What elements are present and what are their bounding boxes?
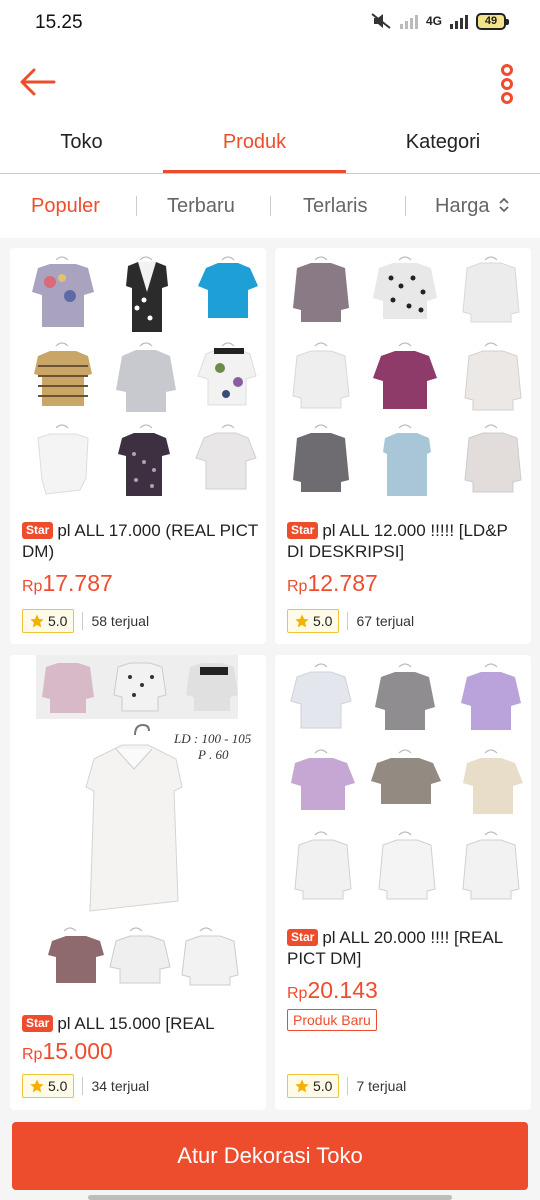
sold-count: 34 terjual bbox=[91, 1078, 150, 1094]
tab-bar: Toko Produk Kategori bbox=[0, 122, 540, 174]
signal-strength-icon bbox=[450, 13, 468, 29]
rating-badge: 5.0 bbox=[22, 609, 75, 633]
new-product-tag: Produk Baru bbox=[287, 1009, 377, 1031]
product-image: LD : 100 - 105 P . 60 bbox=[10, 655, 266, 1001]
product-card[interactable]: Star pl ALL 12.000 !!!!! [LD&P DI DESKRIP… bbox=[275, 248, 531, 644]
sort-updown-icon bbox=[499, 197, 509, 213]
product-title: Star pl ALL 17.000 (REAL PICT DM) bbox=[22, 520, 258, 562]
signal-icon bbox=[399, 13, 418, 29]
sort-harga-label: Harga bbox=[435, 195, 490, 217]
currency: Rp bbox=[22, 1046, 43, 1063]
rating-row: 5.0 7 terjual bbox=[287, 1074, 406, 1098]
tab-active-indicator bbox=[163, 170, 346, 173]
rating-row: 5.0 67 terjual bbox=[287, 609, 414, 633]
product-title-text: pl ALL 15.000 [REAL bbox=[57, 1014, 215, 1033]
sold-count: 7 terjual bbox=[356, 1078, 407, 1094]
product-card[interactable]: Star pl ALL 17.000 (REAL PICT DM) Rp17.78… bbox=[10, 248, 266, 644]
tab-kategori[interactable]: Kategori bbox=[346, 122, 540, 174]
product-title-text: pl ALL 17.000 (REAL PICT DM) bbox=[22, 521, 258, 561]
sort-harga[interactable]: Harga bbox=[435, 174, 511, 238]
product-card[interactable]: Star pl ALL 20.000 !!!! [REAL PICT DM] Rp… bbox=[275, 655, 531, 1110]
product-image bbox=[275, 248, 531, 506]
more-vertical-icon[interactable] bbox=[496, 64, 518, 104]
rating-value: 5.0 bbox=[48, 1078, 68, 1094]
back-arrow-icon[interactable] bbox=[18, 62, 58, 102]
status-time: 15.25 bbox=[35, 12, 83, 33]
app-bar bbox=[0, 46, 540, 122]
price-value: 17.787 bbox=[42, 570, 113, 596]
price-value: 15.000 bbox=[42, 1038, 113, 1064]
star-icon bbox=[30, 1079, 44, 1093]
sort-terlaris[interactable]: Terlaris bbox=[303, 174, 367, 238]
star-icon bbox=[295, 614, 309, 628]
status-icons: 4G 49 bbox=[370, 12, 509, 30]
product-image bbox=[10, 248, 266, 506]
product-title-text: pl ALL 12.000 !!!!! [LD&P DI DESKRIPSI] bbox=[287, 521, 508, 561]
product-image bbox=[275, 655, 531, 915]
star-icon bbox=[295, 1079, 309, 1093]
rating-row: 5.0 34 terjual bbox=[22, 1074, 149, 1098]
rating-value: 5.0 bbox=[313, 613, 333, 629]
network-type: 4G bbox=[425, 14, 442, 28]
rating-badge: 5.0 bbox=[287, 1074, 340, 1098]
product-title: Star pl ALL 20.000 !!!! [REAL PICT DM] bbox=[287, 927, 523, 969]
star-badge: Star bbox=[287, 522, 319, 539]
product-price: Rp20.143 bbox=[287, 977, 378, 1004]
sold-count: 58 terjual bbox=[91, 613, 150, 629]
image-label-p: P . 60 bbox=[197, 747, 229, 762]
currency: Rp bbox=[287, 578, 308, 595]
product-price: Rp12.787 bbox=[287, 570, 378, 597]
tab-produk[interactable]: Produk bbox=[163, 122, 346, 174]
rating-value: 5.0 bbox=[48, 613, 68, 629]
product-price: Rp17.787 bbox=[22, 570, 113, 597]
star-icon bbox=[30, 614, 44, 628]
product-title: Star pl ALL 15.000 [REAL bbox=[22, 1013, 258, 1034]
image-label-ld: LD : 100 - 105 bbox=[173, 731, 252, 746]
price-value: 20.143 bbox=[307, 977, 378, 1003]
gesture-nav-bar[interactable] bbox=[88, 1195, 452, 1200]
currency: Rp bbox=[287, 985, 308, 1002]
status-bar: 15.25 4G 49 bbox=[0, 0, 540, 46]
currency: Rp bbox=[22, 578, 43, 595]
product-title: Star pl ALL 12.000 !!!!! [LD&P DI DESKRIP… bbox=[287, 520, 523, 562]
rating-badge: 5.0 bbox=[287, 609, 340, 633]
rating-row: 5.0 58 terjual bbox=[22, 609, 149, 633]
product-title-text: pl ALL 20.000 !!!! [REAL PICT DM] bbox=[287, 928, 503, 968]
star-badge: Star bbox=[22, 1015, 54, 1032]
star-badge: Star bbox=[22, 522, 54, 539]
mute-icon bbox=[371, 13, 391, 29]
sort-terbaru[interactable]: Terbaru bbox=[167, 174, 235, 238]
sort-populer[interactable]: Populer bbox=[31, 174, 100, 238]
rating-value: 5.0 bbox=[313, 1078, 333, 1094]
battery-icon: 49 bbox=[476, 12, 509, 30]
sort-bar: Populer Terbaru Terlaris Harga bbox=[0, 174, 540, 238]
tab-toko[interactable]: Toko bbox=[0, 122, 163, 174]
star-badge: Star bbox=[287, 929, 319, 946]
shop-decoration-button[interactable]: Atur Dekorasi Toko bbox=[12, 1122, 528, 1190]
product-card[interactable]: LD : 100 - 105 P . 60 Star pl ALL 15.000 … bbox=[10, 655, 266, 1110]
product-price: Rp15.000 bbox=[22, 1038, 113, 1065]
price-value: 12.787 bbox=[307, 570, 378, 596]
sold-count: 67 terjual bbox=[356, 613, 415, 629]
rating-badge: 5.0 bbox=[22, 1074, 75, 1098]
